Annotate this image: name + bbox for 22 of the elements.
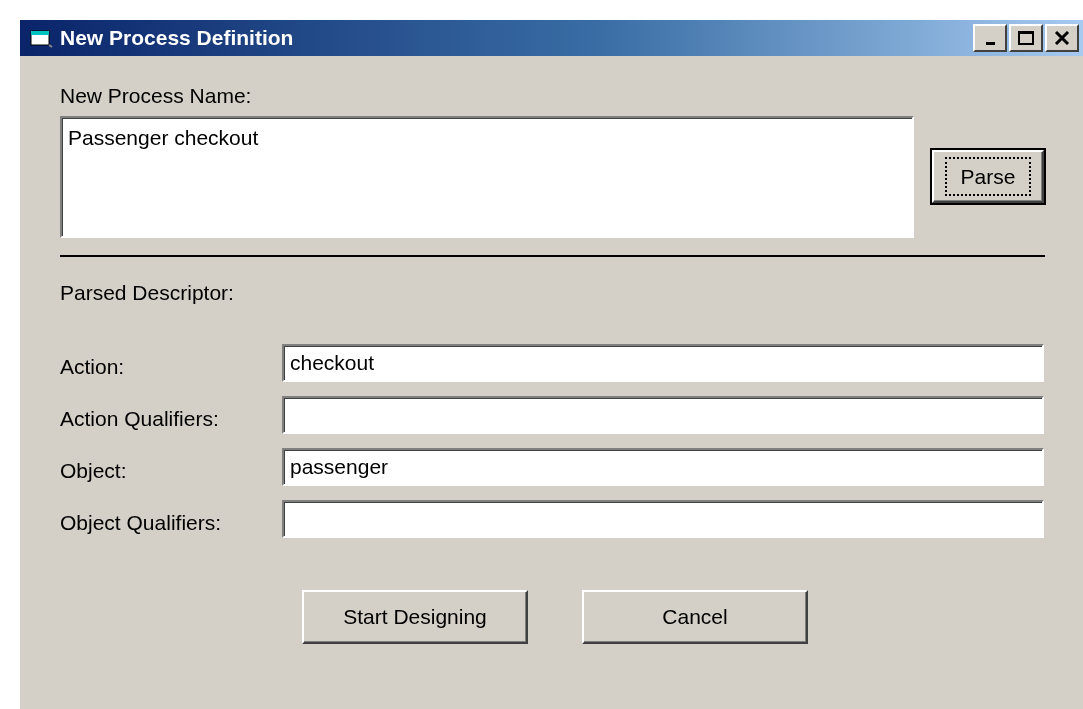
section-heading: Parsed Descriptor: — [60, 279, 235, 306]
window-title: New Process Definition — [60, 25, 294, 52]
parse-button[interactable]: Parse — [932, 150, 1044, 203]
field-label: Action: — [60, 353, 126, 380]
maximize-icon — [1017, 30, 1035, 46]
input-field[interactable] — [282, 500, 1044, 538]
window-icon — [30, 28, 54, 48]
field-label: Action Qualifiers: — [60, 405, 220, 432]
field-label: Object: — [60, 457, 128, 484]
input-field[interactable]: checkout — [282, 344, 1044, 382]
field-label: New Process Name: — [60, 83, 253, 109]
close-button[interactable] — [1045, 24, 1079, 52]
field-label: Object Qualifiers: — [60, 509, 223, 536]
close-icon — [1054, 31, 1070, 45]
minimize-button[interactable] — [973, 24, 1007, 52]
input-field[interactable] — [282, 396, 1044, 434]
process-name-field[interactable]: Passenger checkout — [60, 115, 914, 238]
maximize-button[interactable] — [1009, 24, 1043, 52]
dialog-button[interactable]: Cancel — [582, 590, 808, 644]
minimize-icon — [985, 41, 995, 45]
dialog-button[interactable]: Start Designing — [302, 590, 528, 644]
input-field[interactable]: passenger — [282, 448, 1044, 486]
